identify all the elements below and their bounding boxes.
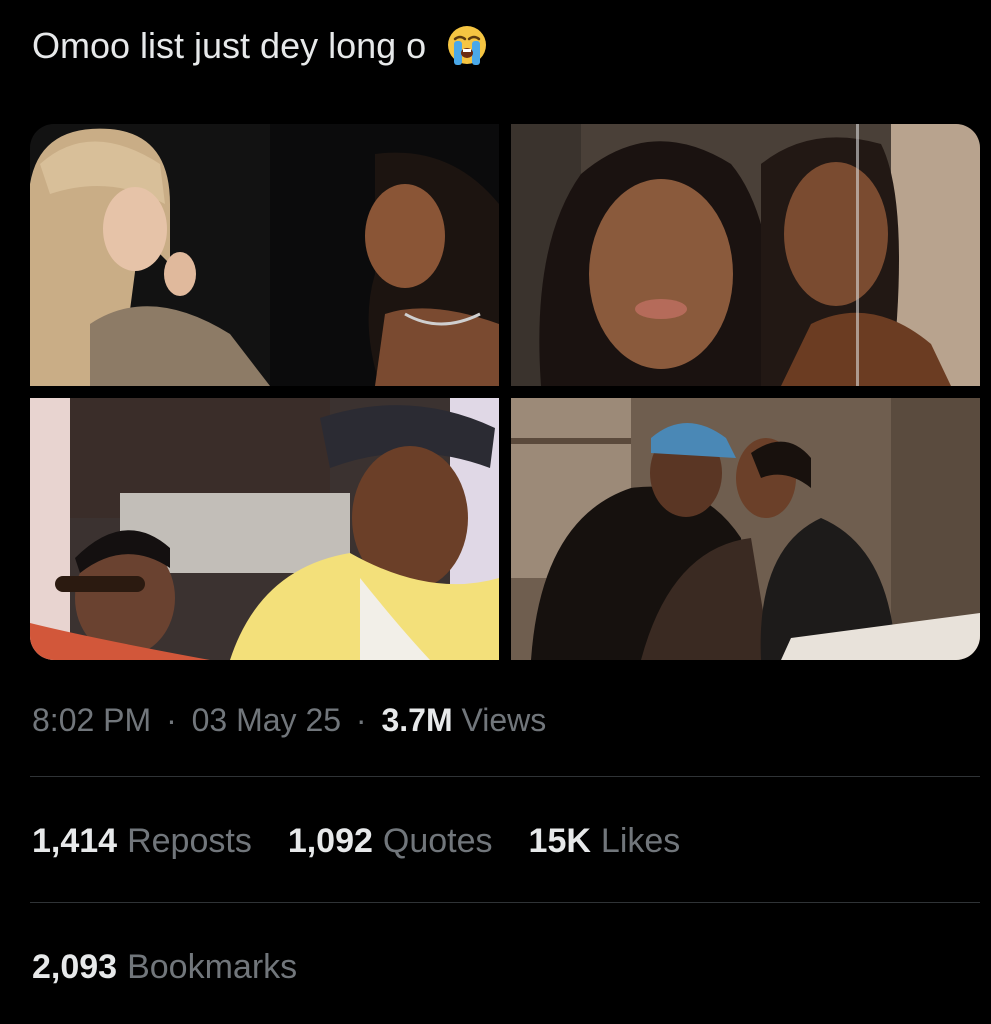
bookmarks-count: 2,093 xyxy=(32,948,118,986)
meta-separator: · xyxy=(355,702,367,738)
photo-3-image xyxy=(30,398,499,660)
views-count: 3.7M xyxy=(381,702,453,738)
divider xyxy=(30,902,980,903)
photo-1-image xyxy=(30,124,499,386)
media-photo-1[interactable] xyxy=(30,124,499,386)
engagement-stats: 1,414 Reposts 1,092 Quotes 15K Likes xyxy=(32,818,680,864)
tweet-text: Omoo list just dey long o xyxy=(32,22,488,70)
media-photo-2[interactable] xyxy=(511,124,980,386)
reposts-stat[interactable]: 1,414 Reposts xyxy=(32,818,252,864)
bookmarks-label: Bookmarks xyxy=(127,948,298,986)
quotes-count: 1,092 xyxy=(287,822,373,860)
likes-count: 15K xyxy=(528,822,591,860)
reposts-count: 1,414 xyxy=(32,822,118,860)
media-grid xyxy=(30,124,980,660)
likes-stat[interactable]: 15K Likes xyxy=(529,818,681,864)
loudly-crying-face-icon xyxy=(446,24,488,66)
photo-2-image xyxy=(511,124,980,386)
views-label: Views xyxy=(461,702,547,738)
media-photo-3[interactable] xyxy=(30,398,499,660)
divider xyxy=(30,776,980,777)
tweet-time[interactable]: 8:02 PM xyxy=(32,702,151,738)
tweet-date[interactable]: 03 May 25 xyxy=(192,702,341,738)
quotes-label: Quotes xyxy=(382,822,493,860)
media-photo-4[interactable] xyxy=(511,398,980,660)
meta-separator: · xyxy=(166,702,177,738)
views-stat[interactable]: 3.7M Views xyxy=(381,702,546,738)
likes-label: Likes xyxy=(600,822,681,860)
tweet-meta: 8:02 PM · 03 May 25 · 3.7M Views xyxy=(32,698,546,742)
reposts-label: Reposts xyxy=(127,822,252,860)
quotes-stat[interactable]: 1,092 Quotes xyxy=(288,818,493,864)
bookmarks-stat[interactable]: 2,093 Bookmarks xyxy=(32,944,297,990)
photo-4-image xyxy=(511,398,980,660)
tweet-body: Omoo list just dey long o xyxy=(32,25,427,66)
